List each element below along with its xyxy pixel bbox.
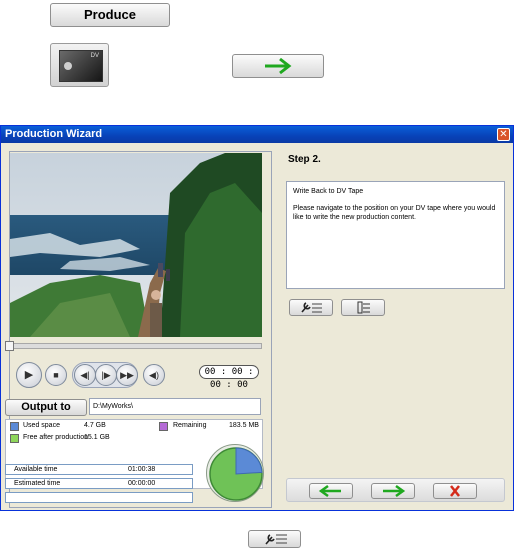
video-preview: [10, 153, 262, 337]
wizard-nav-bar: [286, 478, 505, 502]
chapter-list-icon: [357, 301, 370, 314]
available-time-value: 01:00:38: [128, 466, 156, 473]
next-button-top[interactable]: [232, 54, 324, 78]
remaining-swatch: [159, 422, 168, 431]
remaining-label: Remaining: [173, 422, 207, 429]
dialog-title: Production Wizard: [1, 126, 513, 143]
used-slice: [235, 447, 263, 475]
next-frame-button[interactable]: |▶: [95, 364, 117, 386]
prev-frame-button[interactable]: ◀|: [74, 364, 96, 386]
scrub-thumb[interactable]: [5, 341, 14, 351]
stop-button[interactable]: ■: [45, 364, 67, 386]
arrow-left-icon: [318, 484, 341, 498]
dv-tape-button[interactable]: DV: [50, 43, 109, 87]
tools-button[interactable]: [289, 299, 333, 316]
estimated-time-row: Estimated time 00:00:00: [5, 478, 193, 489]
output-path-field[interactable]: D:\MyWorks\: [89, 398, 261, 415]
estimated-time-value: 00:00:00: [128, 480, 156, 487]
chapters-button[interactable]: [341, 299, 385, 316]
wrench-list-icon: [301, 302, 322, 313]
description-title: Write Back to DV Tape: [293, 188, 364, 195]
arrow-right-icon: [265, 57, 292, 75]
step-description: Write Back to DV Tape Please navigate to…: [286, 181, 505, 289]
scrub-bar[interactable]: [10, 343, 262, 349]
timecode-display: 00 : 00 : 00 : 00: [199, 365, 259, 390]
free-after-label: Free after production: [23, 434, 88, 441]
production-wizard-dialog: Production Wizard ✕ ▶ ■ ◀| |▶ ▶▶ ◀) 00:…: [0, 125, 514, 511]
available-time-label: Available time: [14, 466, 58, 473]
description-body: Please navigate to the position on your …: [293, 205, 496, 221]
tools-button-bottom[interactable]: [248, 530, 301, 548]
produce-button[interactable]: Produce: [50, 3, 170, 27]
step-title: Step 2.: [288, 154, 321, 165]
close-icon[interactable]: ✕: [497, 128, 510, 141]
free-after-swatch: [10, 434, 19, 443]
x-icon: [450, 485, 460, 497]
next-button[interactable]: [371, 483, 415, 499]
estimated-time-label: Estimated time: [14, 480, 61, 487]
remaining-value: 183.5 MB: [229, 422, 259, 429]
output-to-button[interactable]: Output to: [5, 399, 87, 416]
play-button[interactable]: ▶: [16, 362, 42, 388]
wrench-list-icon: [264, 534, 287, 545]
disk-usage-pie: [206, 444, 264, 502]
dv-tape-label: DV: [90, 53, 99, 59]
fast-forward-button[interactable]: ▶▶: [116, 364, 138, 386]
arrow-right-icon: [383, 484, 406, 498]
cancel-button[interactable]: [433, 483, 477, 499]
dv-tape-icon: DV: [59, 50, 103, 82]
available-time-row: Available time 01:00:38: [5, 464, 193, 475]
volume-button[interactable]: ◀): [143, 364, 165, 386]
progress-row: [5, 492, 193, 503]
back-button[interactable]: [309, 483, 353, 499]
disk-usage-chart: [209, 447, 263, 501]
used-space-swatch: [10, 422, 19, 431]
used-space-value: 4.7 GB: [84, 422, 106, 429]
used-space-label: Used space: [23, 422, 60, 429]
free-after-value: 15.1 GB: [84, 434, 110, 441]
